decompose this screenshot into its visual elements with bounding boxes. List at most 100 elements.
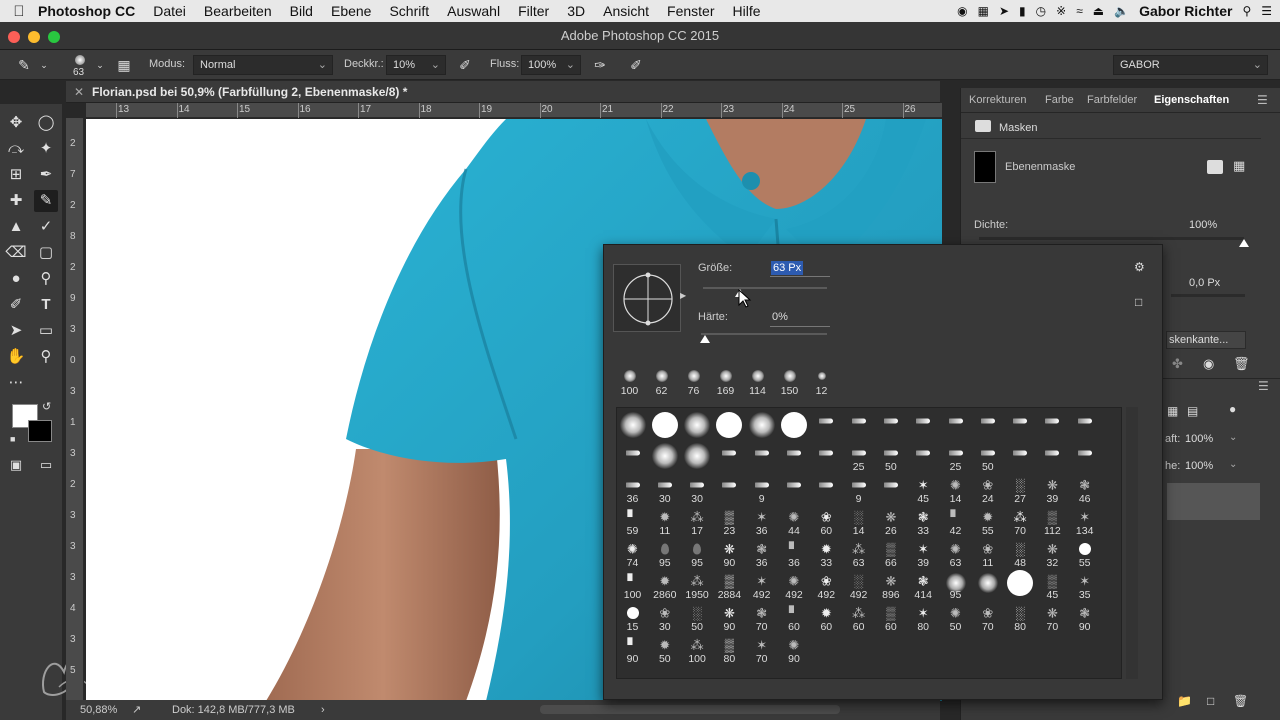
density-value[interactable]: 100%	[1189, 219, 1217, 231]
flow-field[interactable]: 100% ⌄	[521, 55, 581, 75]
brush-preset[interactable]: ▘ 59	[617, 506, 648, 538]
brush-preset[interactable]: ▒ 66	[875, 538, 906, 570]
delete-layer-icon[interactable]: 🗑	[1233, 694, 1248, 708]
brush-preset[interactable]: ✶ 39	[908, 538, 939, 570]
rectangle-tool-icon[interactable]: ▭	[34, 320, 58, 342]
close-window-button[interactable]	[8, 31, 20, 43]
recent-brush[interactable]: 62	[646, 366, 677, 397]
brush-preset[interactable]: ▒ 23	[714, 506, 745, 538]
menu-ansicht[interactable]: Ansicht	[603, 3, 649, 19]
brush-preset[interactable]	[779, 442, 810, 473]
brush-preset[interactable]	[746, 410, 777, 441]
brush-preset[interactable]: ✺ 14	[940, 474, 971, 506]
brush-preset[interactable]: ▘ 100	[617, 570, 648, 602]
hardness-value-field[interactable]: 0%	[772, 311, 788, 323]
brush-preset[interactable]: ▘ 42	[940, 506, 971, 538]
close-document-icon[interactable]: ✕	[74, 81, 84, 103]
brush-preset[interactable]: ❋ 39	[1037, 474, 1068, 506]
brush-preset[interactable]: ✹ 60	[811, 602, 842, 634]
path-selection-tool-icon[interactable]: ➤	[4, 320, 28, 342]
recent-brush[interactable]: 100	[614, 366, 645, 397]
status-menu-chevron-icon[interactable]: ›	[321, 700, 325, 720]
menu-auswahl[interactable]: Auswahl	[447, 3, 500, 19]
brush-preset[interactable]: ░ 50	[682, 602, 713, 634]
brush-picker-toggle[interactable]: 63	[70, 53, 90, 78]
share-icon[interactable]: ↗	[132, 700, 141, 720]
horizontal-ruler[interactable]: 13 14 15 16 17 18 19 20 21 22 23 24 25 26	[86, 103, 942, 118]
brush-preset[interactable]: ❋ 90	[714, 538, 745, 570]
brush-preset[interactable]: 95	[940, 570, 971, 601]
tab-korrekturen[interactable]: Korrekturen	[969, 94, 1026, 106]
default-colors-icon[interactable]: ■	[10, 434, 15, 444]
brush-preset[interactable]: ░ 48	[1005, 538, 1036, 570]
brush-preset[interactable]: 25	[843, 442, 874, 473]
menu-bild[interactable]: Bild	[290, 3, 313, 19]
brush-preset[interactable]: ❀ 24	[972, 474, 1003, 506]
tab-farbe[interactable]: Farbe	[1045, 94, 1074, 106]
brush-preset[interactable]	[972, 410, 1003, 441]
send-icon[interactable]: ➤	[999, 4, 1009, 18]
brush-preset[interactable]: 9	[746, 474, 777, 505]
brush-preset[interactable]: ✺ 90	[779, 634, 810, 666]
brush-preset[interactable]: ⁂ 70	[1005, 506, 1036, 538]
brush-preset[interactable]	[811, 474, 842, 505]
tab-eigenschaften[interactable]: Eigenschaften	[1154, 94, 1229, 106]
brush-preset[interactable]: ❋ 70	[1037, 602, 1068, 634]
airbrush-icon[interactable]: ✑	[590, 55, 610, 75]
pressure-size-icon[interactable]: ✐	[626, 55, 646, 75]
brush-preset[interactable]: ░ 27	[1005, 474, 1036, 506]
brush-preset[interactable]: ✹ 33	[811, 538, 842, 570]
zoom-level[interactable]: 50,88%	[80, 700, 117, 720]
brush-preset[interactable]: 36	[617, 474, 648, 505]
brush-preset[interactable]: ✺ 63	[940, 538, 971, 570]
brush-preset[interactable]: ✶ 80	[908, 602, 939, 634]
menu-bearbeiten[interactable]: Bearbeiten	[204, 3, 272, 19]
brush-preset[interactable]: ░ 492	[843, 570, 874, 602]
time-machine-icon[interactable]: ◷	[1036, 4, 1046, 18]
brush-preset[interactable]: ✶ 36	[746, 506, 777, 538]
brush-preset[interactable]	[1037, 442, 1068, 473]
brush-preset[interactable]	[1005, 570, 1036, 601]
preset-chevron-down-icon[interactable]: ⌄	[34, 55, 54, 75]
brush-preset[interactable]	[972, 570, 1003, 601]
wifi-icon[interactable]: ≈	[1076, 4, 1083, 18]
density-slider[interactable]	[979, 237, 1244, 240]
brush-preset[interactable]	[1069, 410, 1100, 441]
vector-mask-icon[interactable]: ▦	[1233, 158, 1245, 174]
brush-preset[interactable]: ❃ 36	[746, 538, 777, 570]
quick-mask-icon[interactable]: ▣	[4, 454, 28, 476]
brush-preset[interactable]: ✶ 134	[1069, 506, 1100, 538]
brush-preset[interactable]: 95	[682, 538, 713, 569]
brush-preset[interactable]: ✺ 74	[617, 538, 648, 570]
brush-preset[interactable]: ⁂ 17	[682, 506, 713, 538]
document-size-info[interactable]: Dok: 142,8 MB/777,3 MB	[172, 700, 295, 720]
brush-preset[interactable]: ❋ 26	[875, 506, 906, 538]
layer-opacity-value[interactable]: 100%	[1185, 433, 1213, 445]
opacity-field[interactable]: 10% ⌄	[386, 55, 446, 75]
lock-pixels-icon[interactable]: ▦	[1167, 404, 1178, 418]
recent-brush[interactable]: 12	[806, 366, 837, 397]
brush-preset[interactable]: ✺ 492	[779, 570, 810, 602]
gradient-tool-icon[interactable]: ▢	[34, 242, 58, 264]
user-name[interactable]: Gabor Richter	[1139, 3, 1232, 19]
brush-preset[interactable]	[682, 442, 713, 473]
chevron-down-icon[interactable]: ⌄	[1229, 432, 1237, 443]
brush-preset[interactable]	[1005, 442, 1036, 473]
brush-preset[interactable]: ⁂ 100	[682, 634, 713, 666]
volume-icon[interactable]: 🔈	[1114, 4, 1129, 18]
menu-3d[interactable]: 3D	[567, 3, 585, 19]
pressure-opacity-icon[interactable]: ✐	[455, 55, 475, 75]
brush-preset[interactable]: 9	[843, 474, 874, 505]
menu-ebene[interactable]: Ebene	[331, 3, 371, 19]
brush-preset[interactable]: ✹ 2860	[649, 570, 680, 602]
quick-selection-tool-icon[interactable]: ✦	[34, 138, 58, 160]
chevron-down-icon[interactable]: ⌄	[1229, 459, 1237, 470]
brush-preset[interactable]	[811, 442, 842, 473]
layers-panel-menu-icon[interactable]: ☰	[1258, 379, 1269, 393]
menu-fenster[interactable]: Fenster	[667, 3, 714, 19]
brush-preset[interactable]: ❀ 70	[972, 602, 1003, 634]
brush-preset[interactable]: ❀ 11	[972, 538, 1003, 570]
new-group-icon[interactable]: 📁	[1177, 694, 1192, 708]
lasso-tool-icon[interactable]: ⤼	[4, 138, 28, 160]
brush-preset[interactable]: ✶ 35	[1069, 570, 1100, 602]
